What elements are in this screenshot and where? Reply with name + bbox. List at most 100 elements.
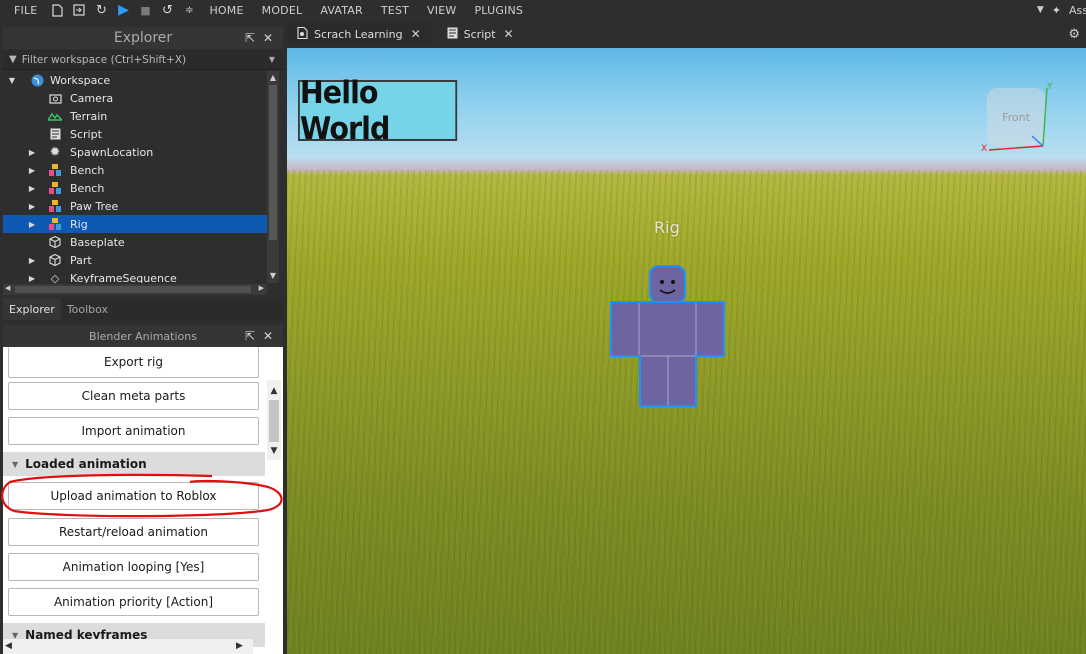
expand-arrow-icon[interactable]: ▼: [7, 76, 17, 85]
scrollbar-thumb[interactable]: [15, 286, 251, 293]
model-icon: [47, 198, 63, 214]
export-rig-button[interactable]: Export rig: [8, 347, 259, 378]
section-label: Loaded animation: [25, 457, 147, 471]
axis-gizmo: [988, 87, 1048, 151]
tab-explorer[interactable]: Explorer: [3, 298, 61, 320]
expand-arrow-icon[interactable]: ▶: [27, 274, 37, 283]
x-axis-label: X: [981, 144, 988, 154]
menu-file[interactable]: FILE: [0, 4, 46, 17]
scroll-down-icon[interactable]: ▼: [267, 269, 279, 281]
close-tab-icon[interactable]: ✕: [411, 27, 421, 41]
menu-view[interactable]: VIEW: [418, 4, 465, 17]
part-icon: [47, 234, 63, 250]
tree-item-spawnlocation[interactable]: ▶ ✹ SpawnLocation: [3, 143, 267, 161]
globe-icon: [29, 72, 45, 88]
play-icon[interactable]: ▶: [112, 0, 134, 20]
redo-icon[interactable]: ↻: [90, 0, 112, 20]
scroll-up-icon[interactable]: ▲: [267, 71, 279, 83]
expand-arrow-icon[interactable]: ▶: [27, 166, 37, 175]
blender-title: Blender Animations: [89, 329, 197, 343]
tree-item-label: SpawnLocation: [70, 145, 154, 159]
collapse-triangle-icon[interactable]: ▼: [12, 460, 18, 469]
3d-viewport[interactable]: Hello World Rig Front X Y: [287, 48, 1086, 654]
close-icon[interactable]: ✕: [263, 31, 273, 45]
gear-icon[interactable]: ⚙: [1068, 27, 1080, 42]
expand-arrow-icon[interactable]: ▶: [27, 184, 37, 193]
expand-arrow-icon[interactable]: ▶: [27, 256, 37, 265]
blender-title-bar: Blender Animations ⇱ ✕: [3, 325, 283, 347]
filter-dropdown-icon[interactable]: ▼: [269, 55, 275, 64]
undock-icon[interactable]: ⇱: [245, 31, 255, 45]
menu-home[interactable]: HOME: [200, 4, 252, 17]
assistant-label[interactable]: Ass: [1069, 4, 1086, 17]
y-axis-label: Y: [1047, 82, 1053, 92]
tree-item-terrain[interactable]: Terrain: [3, 107, 267, 125]
close-icon[interactable]: ✕: [263, 329, 273, 343]
place-icon: [297, 26, 308, 42]
tab-script[interactable]: Script ✕: [437, 22, 524, 46]
menu-avatar[interactable]: AVATAR: [311, 4, 372, 17]
tab-scrach-learning[interactable]: Scrach Learning ✕: [287, 22, 431, 46]
scroll-left-icon[interactable]: ◀: [5, 284, 10, 292]
tree-item-bench[interactable]: ▶ Bench: [3, 179, 267, 197]
undo-icon[interactable]: ↺: [156, 0, 178, 20]
explorer-tree: ▼ Workspace Camera Terrain Script ▶ ✹ Sp…: [3, 71, 267, 283]
expand-arrow-icon[interactable]: ▶: [27, 202, 37, 211]
scroll-left-icon[interactable]: ◀: [5, 641, 12, 651]
tree-item-bench[interactable]: ▶ Bench: [3, 161, 267, 179]
tree-item-workspace[interactable]: ▼ Workspace: [3, 71, 267, 89]
restart-reload-animation-button[interactable]: Restart/reload animation: [8, 518, 259, 546]
clean-meta-parts-button[interactable]: Clean meta parts: [8, 382, 259, 410]
assistant-sparkle-icon[interactable]: ✦: [1052, 4, 1061, 17]
blender-animations-panel: Export rig Clean meta parts Import anima…: [3, 347, 283, 654]
top-menu-bar: FILE ↻ ▶ ■ ↺ ≑ HOME MODEL AVATAR TEST VI…: [0, 0, 1086, 20]
quick-access-dropdown-icon[interactable]: ≑: [178, 0, 200, 20]
part-icon: [47, 252, 63, 268]
open-file-icon[interactable]: [68, 0, 90, 20]
scroll-right-icon[interactable]: ▶: [236, 641, 243, 651]
tree-item-rig[interactable]: ▶ Rig: [3, 215, 267, 233]
animation-looping-button[interactable]: Animation looping [Yes]: [8, 553, 259, 581]
scroll-down-icon[interactable]: ▼: [267, 444, 281, 458]
explorer-horizontal-scrollbar[interactable]: ◀ ▶: [3, 284, 267, 295]
tree-item-label: Paw Tree: [70, 199, 119, 213]
tree-item-keyframesequence[interactable]: ▶ ◇ KeyframeSequence: [3, 269, 267, 284]
scrollbar-thumb[interactable]: [269, 85, 277, 240]
import-animation-button[interactable]: Import animation: [8, 417, 259, 445]
loaded-animation-section[interactable]: ▼ Loaded animation: [3, 452, 265, 476]
hello-world-gui: Hello World: [298, 75, 458, 147]
close-tab-icon[interactable]: ✕: [504, 27, 514, 41]
expand-arrow-icon[interactable]: ▶: [27, 148, 37, 157]
tree-item-part[interactable]: ▶ Part: [3, 251, 267, 269]
stop-icon[interactable]: ■: [134, 0, 156, 20]
scroll-up-icon[interactable]: ▲: [267, 384, 281, 398]
rig-character[interactable]: [607, 261, 732, 411]
menu-test[interactable]: TEST: [372, 4, 418, 17]
tree-item-label: Rig: [70, 217, 88, 231]
menu-plugins[interactable]: PLUGINS: [465, 4, 532, 17]
chevron-down-icon[interactable]: ▼: [1037, 5, 1044, 15]
explorer-filter-input[interactable]: ▼ Filter workspace (Ctrl+Shift+X) ▼: [3, 50, 283, 70]
tree-item-label: Part: [70, 253, 92, 267]
blender-vertical-scrollbar[interactable]: ▲ ▼: [267, 380, 281, 460]
tree-item-label: KeyframeSequence: [70, 271, 177, 284]
scroll-right-icon[interactable]: ▶: [259, 284, 264, 292]
tree-item-label: Script: [70, 127, 102, 141]
tree-item-label: Bench: [70, 181, 105, 195]
undock-icon[interactable]: ⇱: [245, 329, 255, 343]
top-right-controls: ▼ ✦ Ass: [1037, 0, 1086, 20]
explorer-vertical-scrollbar[interactable]: ▲ ▼: [267, 71, 279, 283]
tree-item-baseplate[interactable]: Baseplate: [3, 233, 267, 251]
tree-item-script[interactable]: Script: [3, 125, 267, 143]
tree-item-camera[interactable]: Camera: [3, 89, 267, 107]
menu-model[interactable]: MODEL: [253, 4, 312, 17]
upload-animation-button[interactable]: Upload animation to Roblox: [8, 482, 259, 510]
tree-item-paw-tree[interactable]: ▶ Paw Tree: [3, 197, 267, 215]
animation-priority-button[interactable]: Animation priority [Action]: [8, 588, 259, 616]
new-file-icon[interactable]: [46, 0, 68, 20]
expand-arrow-icon[interactable]: ▶: [27, 220, 37, 229]
tree-item-label: Bench: [70, 163, 105, 177]
tab-toolbox[interactable]: Toolbox: [61, 298, 114, 320]
blender-horizontal-scrollbar[interactable]: ◀ ▶: [3, 639, 253, 654]
scrollbar-thumb[interactable]: [269, 400, 279, 442]
